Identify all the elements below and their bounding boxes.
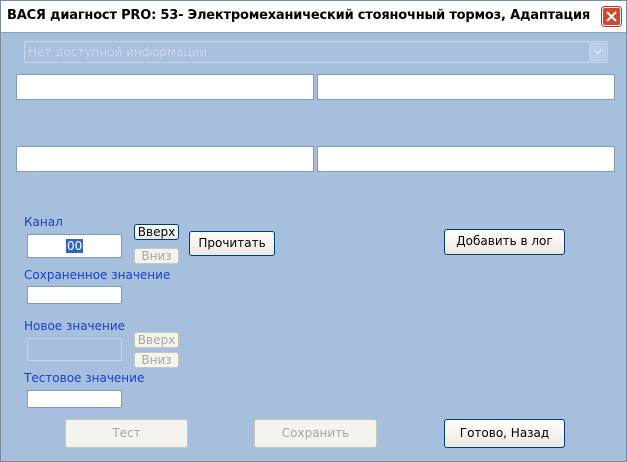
info-combobox-value: Нет доступной информации (28, 45, 208, 59)
save-button[interactable]: Сохранить (254, 419, 377, 448)
new-value-up-button[interactable]: Вверх (134, 332, 179, 348)
saved-value-field[interactable] (27, 286, 122, 304)
saved-value-label: Сохраненное значение (24, 268, 171, 282)
test-value-field[interactable] (27, 390, 122, 408)
close-icon (606, 11, 617, 22)
channel-down-button[interactable]: Вниз (134, 248, 179, 264)
info-field-2[interactable] (317, 74, 615, 100)
read-button[interactable]: Прочитать (189, 231, 275, 256)
info-combobox: Нет доступной информации (24, 41, 608, 63)
done-back-button[interactable]: Готово, Назад (444, 419, 565, 448)
new-value-label: Новое значение (24, 319, 126, 333)
channel-up-button[interactable]: Вверх (134, 224, 179, 240)
combobox-arrow (589, 43, 606, 61)
add-to-log-button[interactable]: Добавить в лог (444, 229, 565, 255)
info-field-4[interactable] (317, 146, 615, 172)
new-value-field[interactable] (27, 338, 122, 361)
new-value-down-button[interactable]: Вниз (134, 352, 179, 368)
title-bar[interactable]: ВАСЯ диагност PRO: 53- Электромеханическ… (1, 1, 626, 33)
channel-input[interactable]: 00 (27, 234, 122, 258)
close-button[interactable] (602, 7, 621, 26)
test-value-label: Тестовое значение (24, 371, 145, 385)
info-field-1[interactable] (16, 74, 314, 100)
chevron-down-icon (593, 49, 602, 55)
channel-input-value: 00 (66, 239, 84, 253)
channel-label: Канал (24, 215, 63, 229)
window-title: ВАСЯ диагност PRO: 53- Электромеханическ… (7, 8, 590, 23)
test-button[interactable]: Тест (65, 419, 188, 448)
adaptation-window: ВАСЯ диагност PRO: 53- Электромеханическ… (0, 0, 627, 462)
info-field-3[interactable] (16, 146, 314, 172)
